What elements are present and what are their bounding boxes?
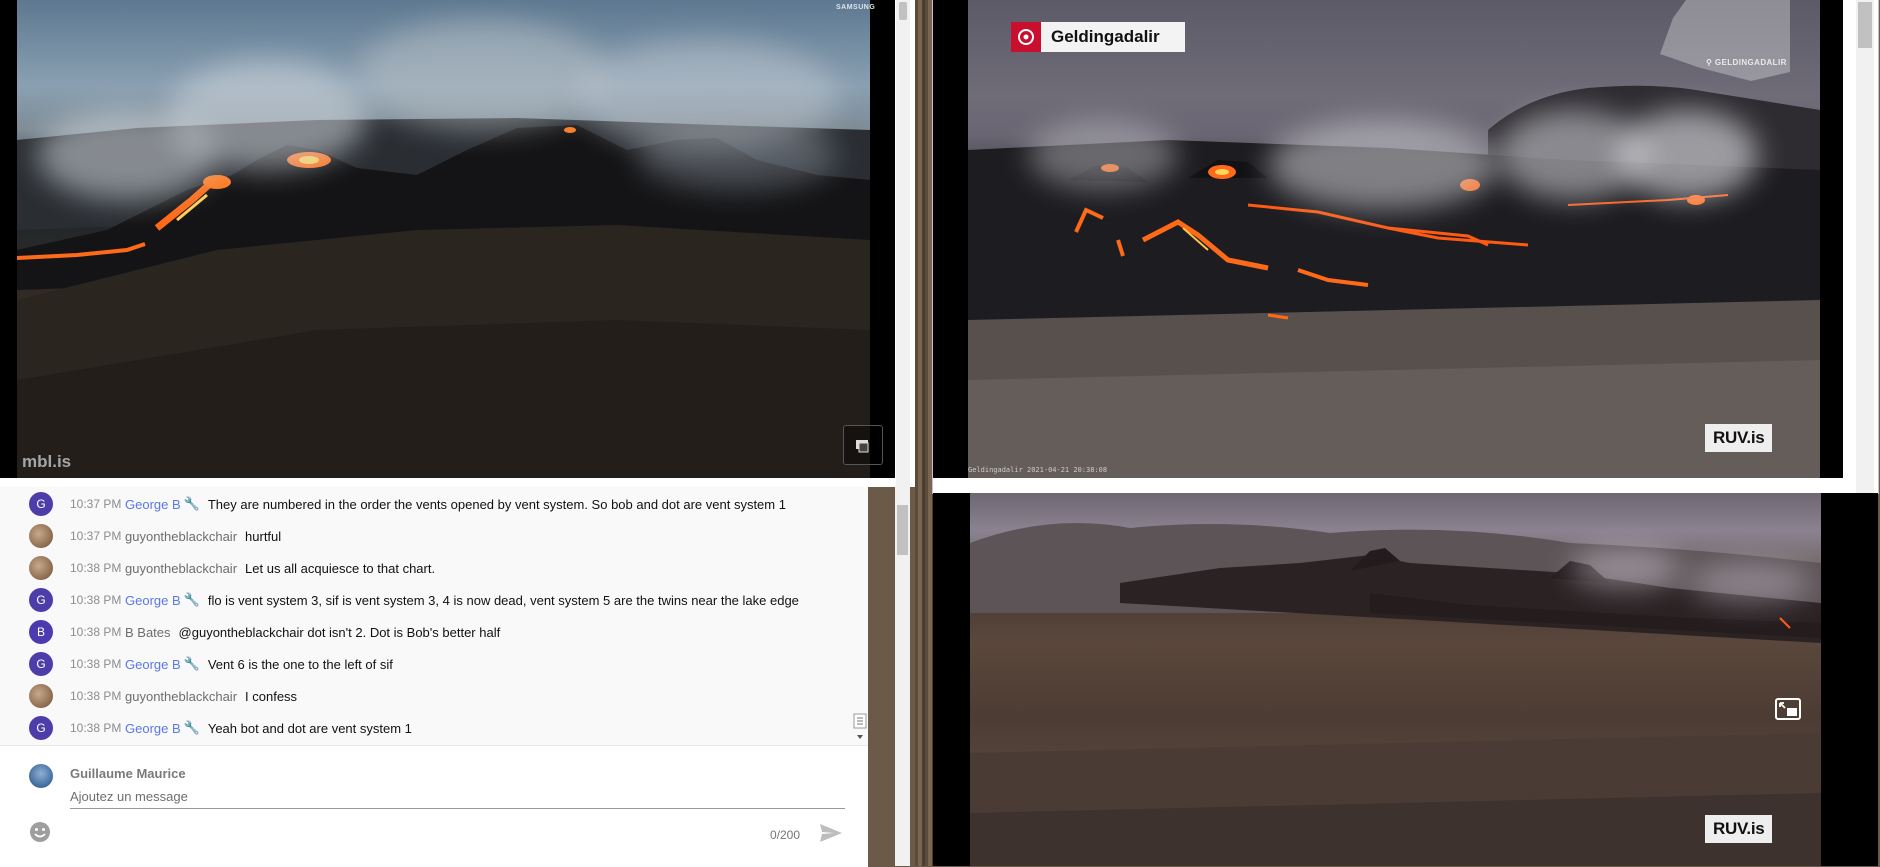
camera-brand-label: SAMSUNG <box>836 4 876 11</box>
mbl-scrollbar-thumb[interactable] <box>899 2 907 20</box>
wrench-icon: 🔧 <box>183 592 200 607</box>
avatar[interactable]: B <box>29 620 53 644</box>
message-time: 10:38 PM <box>70 593 122 607</box>
chat-scrollbar[interactable] <box>853 712 867 744</box>
avatar[interactable] <box>29 556 53 580</box>
message-author[interactable]: George B <box>125 497 181 512</box>
ruv-top-video-player[interactable] <box>933 0 1843 478</box>
mbl-video-player[interactable]: SAMSUNG mbl.is <box>0 0 895 478</box>
picture-in-picture-icon <box>1775 698 1801 720</box>
message-time: 10:37 PM <box>70 497 122 511</box>
message-author[interactable]: B Bates <box>125 625 171 640</box>
emoji-icon[interactable] <box>29 821 51 843</box>
message-author[interactable]: George B <box>125 721 181 736</box>
ruv-scrollbar-thumb[interactable] <box>1858 2 1872 48</box>
ruv-window-scrollbar[interactable] <box>1856 0 1874 493</box>
message-time: 10:38 PM <box>70 561 122 575</box>
camera-timestamp: Geldingadalir 2021-04-21 20:38:08 <box>968 466 1108 474</box>
current-user-name: Guillaume Maurice <box>70 766 186 781</box>
avatar[interactable]: G <box>29 652 53 676</box>
chat-message: B 10:38 PM B Bates @guyontheblackchair d… <box>0 616 850 648</box>
mbl-window-scrollbar[interactable] <box>896 0 910 487</box>
message-author[interactable]: guyontheblackchair <box>125 689 237 704</box>
chat-message-list[interactable]: G 10:37 PM George B 🔧 They are numbered … <box>0 487 850 745</box>
camera-switch-button[interactable] <box>843 425 883 465</box>
ruv-logo-icon <box>1011 22 1041 52</box>
wrench-icon: 🔧 <box>183 656 200 671</box>
wrench-icon: 🔧 <box>183 720 200 735</box>
lava-field-scene-image <box>970 493 1821 866</box>
message-text: Let us all acquiesce to that chart. <box>245 560 436 576</box>
avatar[interactable] <box>29 524 53 548</box>
chat-message: G 10:38 PM George B 🔧 flo is vent system… <box>0 584 850 616</box>
ruv-watermark-badge: RUV.is <box>1705 815 1773 843</box>
volcano-lava-scene-image <box>968 0 1820 478</box>
message-author[interactable]: George B <box>125 593 181 608</box>
message-time: 10:38 PM <box>70 721 122 735</box>
wrench-icon: 🔧 <box>183 496 200 511</box>
chat-message: 10:37 PM guyontheblackchair hurtful <box>0 520 850 552</box>
camera-switch-icon <box>856 440 869 453</box>
message-text: Yeah bot and dot are vent system 1 <box>207 720 412 736</box>
mbl-watermark: mbl.is <box>22 452 72 471</box>
message-text: I confess <box>245 688 298 704</box>
send-icon[interactable] <box>819 822 843 844</box>
chat-side-scrollbar-thumb[interactable] <box>897 505 908 555</box>
message-text: They are numbered in the order the vents… <box>207 496 786 512</box>
ruv-bottom-video-player[interactable]: RUV.is <box>933 493 1878 866</box>
avatar[interactable]: G <box>29 588 53 612</box>
message-input[interactable] <box>70 784 845 809</box>
message-author[interactable]: George B <box>125 657 181 672</box>
chat-message: G 10:38 PM George B 🔧 Yeah bot and dot a… <box>0 712 850 744</box>
chat-message: 10:38 PM guyontheblackchair Let us all a… <box>0 552 850 584</box>
chat-message: 10:38 PM guyontheblackchair I confess <box>0 680 850 712</box>
message-text: flo is vent system 3, sif is vent system… <box>207 592 799 608</box>
message-text: @guyontheblackchair dot isn't 2. Dot is … <box>178 624 501 640</box>
chat-message: G 10:37 PM George B 🔧 They are numbered … <box>0 488 850 520</box>
chat-input-area: Guillaume Maurice 0/200 <box>0 745 868 867</box>
message-time: 10:38 PM <box>70 625 122 639</box>
location-title: Geldingadalir <box>1051 27 1160 46</box>
map-pin-icon: ⚲ <box>1706 58 1715 67</box>
message-author[interactable]: guyontheblackchair <box>125 561 237 576</box>
avatar[interactable]: G <box>29 716 53 740</box>
message-text: Vent 6 is the one to the left of sif <box>207 656 393 672</box>
avatar[interactable] <box>29 684 53 708</box>
message-author[interactable]: guyontheblackchair <box>125 529 237 544</box>
volcano-scene-image <box>17 0 870 478</box>
avatar[interactable]: G <box>29 492 53 516</box>
message-time: 10:38 PM <box>70 689 122 703</box>
map-location-label: ⚲ GELDINGADALIR <box>1706 58 1787 67</box>
ruv-watermark-badge: RUV.is <box>1705 424 1773 452</box>
character-counter: 0/200 <box>770 828 801 842</box>
window-divider <box>915 0 933 866</box>
location-brand-tag: Geldingadalir <box>1011 22 1185 52</box>
picture-in-picture-button[interactable] <box>1772 695 1804 723</box>
chat-message: G 10:38 PM George B 🔧 Vent 6 is the one … <box>0 648 850 680</box>
message-text: hurtful <box>245 528 282 544</box>
current-user-avatar <box>29 764 53 788</box>
message-time: 10:37 PM <box>70 529 122 543</box>
message-time: 10:38 PM <box>70 657 122 671</box>
map-location-text: GELDINGADALIR <box>1714 58 1787 67</box>
live-chat-panel: G 10:37 PM George B 🔧 They are numbered … <box>0 487 868 867</box>
